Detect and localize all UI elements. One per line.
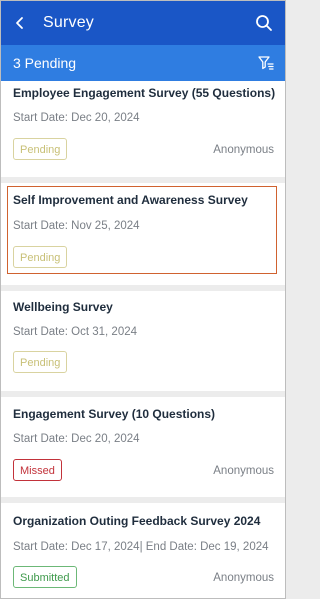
page-title: Survey bbox=[43, 14, 94, 31]
chevron-left-icon[interactable] bbox=[9, 12, 31, 34]
survey-card[interactable]: Engagement Survey (10 Questions) Start D… bbox=[1, 397, 285, 497]
anonymous-label: Anonymous bbox=[213, 144, 274, 156]
survey-card[interactable]: Employee Engagement Survey (55 Questions… bbox=[1, 81, 285, 177]
pending-count-bar: 3 Pending bbox=[1, 45, 285, 81]
survey-title: Wellbeing Survey bbox=[13, 300, 113, 314]
survey-title: Self Improvement and Awareness Survey bbox=[13, 193, 248, 207]
survey-dates: Start Date: Dec 20, 2024 bbox=[13, 433, 140, 445]
status-badge: Submitted bbox=[13, 566, 77, 588]
status-badge: Missed bbox=[13, 459, 62, 481]
survey-card[interactable]: Self Improvement and Awareness Survey St… bbox=[1, 183, 285, 285]
survey-dates: Start Date: Oct 31, 2024 bbox=[13, 326, 138, 338]
survey-dates: Start Date: Dec 17, 2024| End Date: Dec … bbox=[13, 541, 269, 553]
app-frame: Survey 3 Pending Employee Engagement Sur… bbox=[0, 0, 286, 599]
status-badge: Pending bbox=[13, 138, 68, 160]
status-badge: Pending bbox=[13, 246, 68, 268]
survey-title: Employee Engagement Survey (55 Questions… bbox=[13, 86, 276, 100]
pending-count: 3 Pending bbox=[13, 55, 77, 71]
status-badge: Pending bbox=[13, 351, 68, 373]
survey-card[interactable]: Wellbeing Survey Start Date: Oct 31, 202… bbox=[1, 291, 285, 391]
app-bar: Survey bbox=[1, 1, 285, 45]
anonymous-label: Anonymous bbox=[213, 465, 274, 477]
survey-title: Engagement Survey (10 Questions) bbox=[13, 407, 216, 421]
survey-title: Organization Outing Feedback Survey 2024 bbox=[13, 514, 261, 528]
search-icon[interactable] bbox=[253, 12, 275, 34]
survey-dates: Start Date: Dec 20, 2024 bbox=[13, 112, 140, 124]
filter-icon[interactable] bbox=[257, 54, 275, 72]
anonymous-label: Anonymous bbox=[213, 572, 274, 584]
survey-dates: Start Date: Nov 25, 2024 bbox=[13, 220, 140, 232]
survey-card[interactable]: Organization Outing Feedback Survey 2024… bbox=[1, 503, 285, 598]
